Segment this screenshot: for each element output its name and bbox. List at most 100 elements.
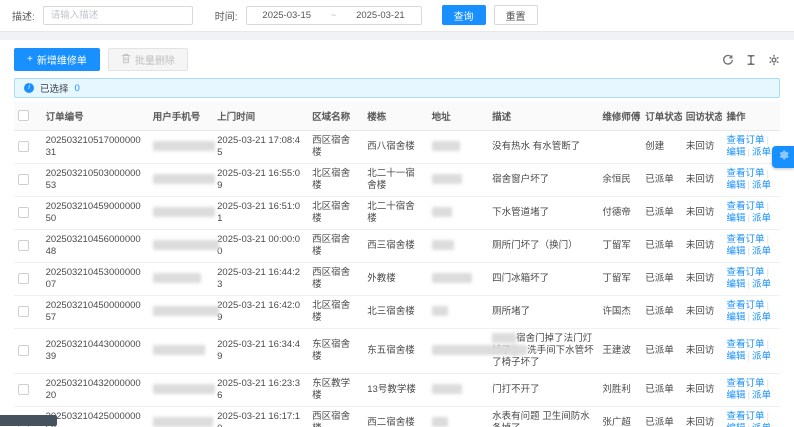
visit-status-cell: 未回访: [681, 130, 723, 164]
dispatch-link[interactable]: 派单: [752, 351, 771, 362]
order-status-cell: 已派单: [641, 163, 682, 197]
dispatch-link[interactable]: 派单: [752, 390, 771, 401]
row-checkbox[interactable]: [18, 239, 29, 251]
add-repair-order-button[interactable]: + 新增维修单: [14, 48, 100, 71]
view-order-link[interactable]: 查看订单: [726, 267, 764, 278]
header-checkbox-cell: [14, 102, 42, 131]
column-header-6[interactable]: 描述: [488, 102, 599, 131]
edit-link[interactable]: 编辑: [726, 312, 745, 323]
dispatch-link[interactable]: 派单: [752, 246, 771, 257]
order-no-cell: 20250321050300000053: [41, 163, 149, 197]
edit-link[interactable]: 编辑: [726, 246, 745, 257]
view-order-link[interactable]: 查看订单: [726, 300, 764, 311]
column-header-7[interactable]: 维修师傅: [598, 102, 642, 131]
date-range-picker[interactable]: 2025-03-15 ~ 2025-03-21: [245, 5, 422, 25]
phone-cell: [148, 373, 215, 407]
dispatch-link[interactable]: 派单: [752, 279, 771, 290]
view-order-link[interactable]: 查看订单: [726, 411, 764, 422]
building-cell: 外教楼: [363, 262, 428, 296]
table-row: 20250321045000000057 2025-03-21 16:42:09 北…: [14, 295, 780, 329]
order-no-cell: 20250321045600000048: [41, 229, 149, 263]
redacted-value: [431, 384, 462, 395]
address-cell: [427, 295, 489, 329]
visit-status-cell: 未回访: [681, 373, 723, 407]
area-cell: 东区宿舍楼: [308, 328, 364, 374]
redacted-value: [152, 306, 219, 317]
floating-settings-button[interactable]: [772, 146, 794, 168]
master-cell: 张广超: [598, 406, 642, 427]
column-header-1[interactable]: 用户手机号: [148, 102, 214, 131]
edit-link[interactable]: 编辑: [726, 279, 745, 290]
repair-order-table: 订单编号 用户手机号 上门时间 区域名称 楼栋 地址 描述 维修师傅 订单状态 回访状态 操作 20…: [14, 102, 780, 427]
column-header-2[interactable]: 上门时间: [213, 102, 309, 131]
time-filter-label: 时间:: [214, 11, 238, 23]
info-circle-icon: i: [24, 83, 34, 93]
view-order-link[interactable]: 查看订单: [726, 201, 764, 212]
row-checkbox[interactable]: [18, 344, 29, 356]
edit-link[interactable]: 编辑: [726, 180, 745, 191]
date-end-value[interactable]: 2025-03-21: [356, 10, 405, 21]
column-settings-icon[interactable]: [767, 53, 780, 66]
row-checkbox[interactable]: [18, 173, 29, 185]
reset-button[interactable]: 重置: [493, 5, 538, 25]
visit-status-cell: 未回访: [681, 406, 723, 427]
search-button[interactable]: 查询: [441, 5, 486, 25]
redacted-value: [152, 174, 215, 185]
row-checkbox-cell: [14, 130, 42, 164]
master-cell: 余恒民: [598, 163, 642, 197]
batch-delete-button[interactable]: 批量删除: [107, 48, 188, 71]
action-separator: |: [747, 180, 750, 191]
dispatch-link[interactable]: 派单: [752, 312, 771, 323]
phone-cell: [148, 130, 215, 164]
description-cell: 四门冰箱坏了: [488, 262, 599, 296]
edit-link[interactable]: 编辑: [726, 351, 745, 362]
dispatch-link[interactable]: 派单: [752, 180, 771, 191]
view-order-link[interactable]: 查看订单: [726, 378, 764, 389]
column-header-3[interactable]: 区域名称: [308, 102, 364, 131]
redacted-value: [511, 345, 528, 356]
description-text: 宿舍窗户坏了: [492, 174, 550, 185]
column-header-9[interactable]: 回访状态: [681, 102, 723, 131]
redacted-value: [431, 417, 448, 427]
building-cell: 北二十宿舍楼: [363, 196, 428, 230]
dispatch-link[interactable]: 派单: [752, 147, 771, 158]
refresh-icon[interactable]: [721, 53, 734, 66]
dispatch-link[interactable]: 派单: [752, 213, 771, 224]
building-cell: 东五宿舍楼: [363, 328, 428, 374]
edit-link[interactable]: 编辑: [726, 147, 745, 158]
building-cell: 北二十一宿舍楼: [363, 163, 428, 197]
edit-link[interactable]: 编辑: [726, 423, 745, 427]
row-checkbox[interactable]: [18, 272, 29, 284]
column-header-4[interactable]: 楼栋: [363, 102, 428, 131]
edit-link[interactable]: 编辑: [726, 213, 745, 224]
order-status-cell: 创建: [641, 130, 682, 164]
select-all-checkbox[interactable]: [18, 110, 29, 122]
order-status-cell: 已派单: [641, 373, 682, 407]
column-header-8[interactable]: 订单状态: [641, 102, 682, 131]
operations-cell: 查看订单|编辑|派单: [722, 196, 780, 230]
view-order-link[interactable]: 查看订单: [726, 168, 764, 179]
address-cell: [427, 373, 489, 407]
address-cell: [427, 229, 489, 263]
visit-time-cell: 2025-03-21 16:23:36: [213, 373, 309, 407]
redacted-value: [431, 141, 460, 152]
date-start-value[interactable]: 2025-03-15: [262, 10, 311, 21]
redacted-value: [152, 273, 201, 284]
edit-link[interactable]: 编辑: [726, 390, 745, 401]
column-header-0[interactable]: 订单编号: [41, 102, 149, 131]
row-checkbox[interactable]: [18, 383, 29, 395]
density-icon[interactable]: [744, 53, 757, 66]
view-order-link[interactable]: 查看订单: [726, 339, 764, 350]
view-order-link[interactable]: 查看订单: [726, 234, 764, 245]
row-checkbox[interactable]: [18, 206, 29, 218]
dispatch-link[interactable]: 派单: [752, 423, 771, 427]
row-checkbox[interactable]: [18, 305, 29, 317]
action-separator: |: [747, 213, 750, 224]
view-order-link[interactable]: 查看订单: [726, 135, 764, 146]
description-filter-input[interactable]: [42, 5, 193, 25]
column-header-10[interactable]: 操作: [722, 102, 780, 131]
column-header-5[interactable]: 地址: [427, 102, 489, 131]
row-checkbox[interactable]: [18, 140, 29, 152]
phone-cell: [148, 328, 214, 374]
visit-status-cell: 未回访: [681, 295, 723, 329]
